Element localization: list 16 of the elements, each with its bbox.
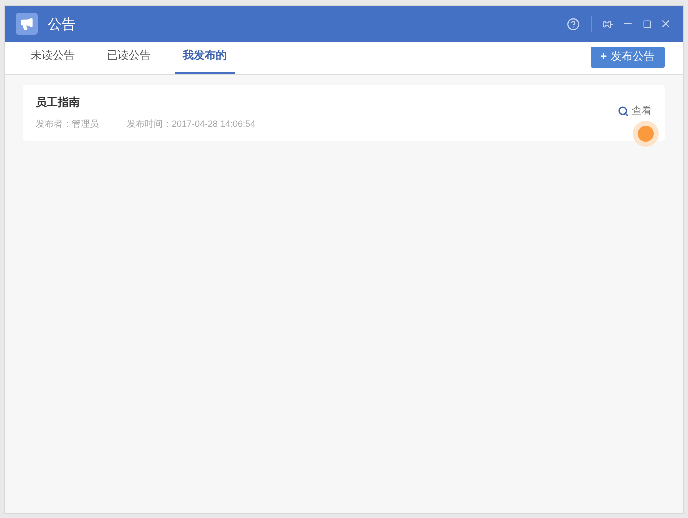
pin-icon[interactable] [603, 18, 614, 30]
notice-title: 员工指南 [36, 96, 81, 111]
click-indicator [633, 121, 659, 147]
close-icon[interactable] [660, 18, 672, 30]
publish-time: 发布时间：2017-04-28 14:06:54 [127, 118, 256, 130]
help-icon[interactable] [567, 18, 580, 30]
window-title: 公告 [48, 14, 76, 34]
publisher-text: 发布者：管理员 [36, 118, 99, 130]
tab[interactable]: 未读公告 [23, 41, 83, 74]
publish-button[interactable]: + 发布公告 [590, 47, 665, 68]
maximize-icon[interactable] [643, 20, 652, 28]
megaphone-icon [16, 13, 38, 35]
tab[interactable]: 我发布的 [175, 41, 235, 74]
view-link[interactable]: 查看 [618, 104, 652, 119]
tab[interactable]: 已读公告 [99, 41, 159, 74]
search-icon [618, 106, 629, 117]
